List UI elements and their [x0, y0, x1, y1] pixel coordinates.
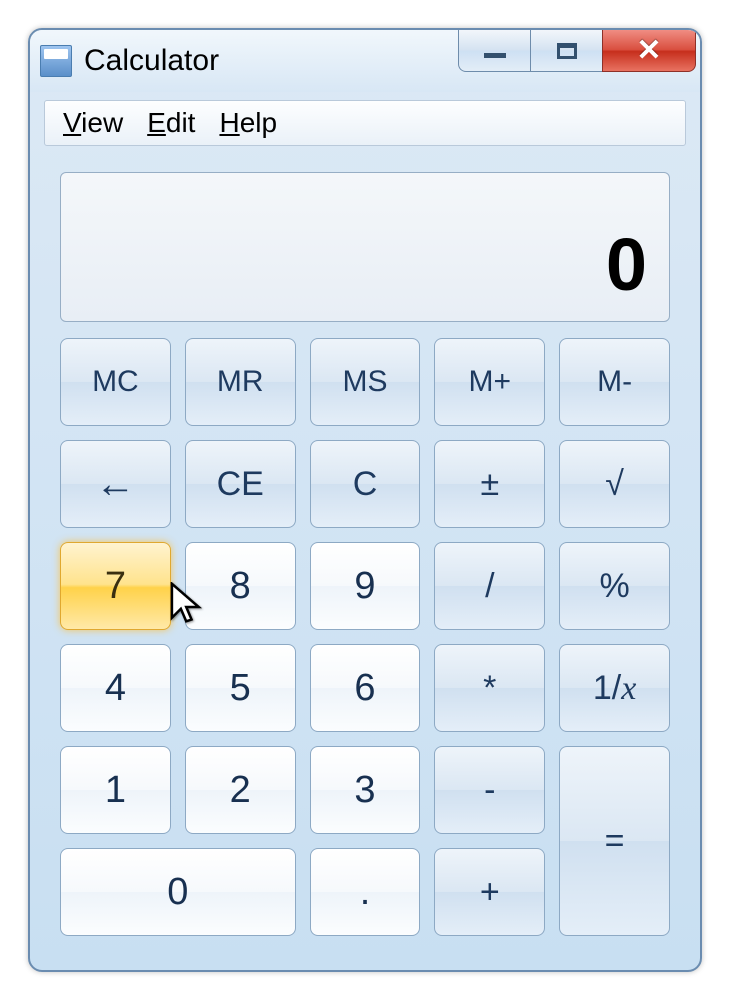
backspace-button[interactable]: ←	[60, 440, 171, 528]
decimal-button[interactable]: .	[310, 848, 421, 936]
digit-5-button[interactable]: 5	[185, 644, 296, 732]
sqrt-button[interactable]: √	[559, 440, 670, 528]
digit-0-button[interactable]: 0	[60, 848, 296, 936]
menu-view[interactable]: View	[63, 107, 123, 139]
add-button[interactable]: +	[434, 848, 545, 936]
window-controls: ✕	[458, 30, 696, 72]
ms-button[interactable]: MS	[310, 338, 421, 426]
backspace-icon: ←	[95, 462, 135, 507]
menu-view-rest: iew	[81, 107, 123, 138]
calculator-window: Calculator ✕ View Edit Help 0 MC MR MS M…	[28, 28, 702, 972]
digit-4-button[interactable]: 4	[60, 644, 171, 732]
digit-2-button[interactable]: 2	[185, 746, 296, 834]
ce-button[interactable]: CE	[185, 440, 296, 528]
menu-help-rest: elp	[240, 107, 277, 138]
minimize-icon	[484, 53, 506, 58]
percent-button[interactable]: %	[559, 542, 670, 630]
mplus-button[interactable]: M+	[434, 338, 545, 426]
menu-edit[interactable]: Edit	[147, 107, 195, 139]
digit-3-button[interactable]: 3	[310, 746, 421, 834]
subtract-button[interactable]: -	[434, 746, 545, 834]
close-icon: ✕	[636, 36, 661, 66]
mminus-button[interactable]: M-	[559, 338, 670, 426]
digit-9-button[interactable]: 9	[310, 542, 421, 630]
digit-1-button[interactable]: 1	[60, 746, 171, 834]
equals-button[interactable]: =	[559, 746, 670, 936]
menubar: View Edit Help	[44, 100, 686, 146]
close-button[interactable]: ✕	[602, 30, 696, 72]
app-icon	[40, 45, 72, 77]
minimize-button[interactable]	[458, 30, 530, 72]
window-title: Calculator	[84, 44, 219, 78]
menu-edit-rest: dit	[166, 107, 196, 138]
titlebar[interactable]: Calculator ✕	[30, 30, 700, 92]
display: 0	[60, 172, 670, 322]
multiply-button[interactable]: *	[434, 644, 545, 732]
divide-button[interactable]: /	[434, 542, 545, 630]
maximize-icon	[557, 43, 577, 59]
reciprocal-label: 1/x	[593, 669, 636, 708]
display-value: 0	[606, 222, 647, 307]
mr-button[interactable]: MR	[185, 338, 296, 426]
button-grid: MC MR MS M+ M- ← CE C ± √ 7 8 9 / % 4 5 …	[60, 338, 670, 936]
digit-6-button[interactable]: 6	[310, 644, 421, 732]
plusminus-button[interactable]: ±	[434, 440, 545, 528]
mc-button[interactable]: MC	[60, 338, 171, 426]
maximize-button[interactable]	[530, 30, 602, 72]
digit-8-button[interactable]: 8	[185, 542, 296, 630]
reciprocal-button[interactable]: 1/x	[559, 644, 670, 732]
menu-help[interactable]: Help	[219, 107, 277, 139]
c-button[interactable]: C	[310, 440, 421, 528]
digit-7-button[interactable]: 7	[60, 542, 171, 630]
